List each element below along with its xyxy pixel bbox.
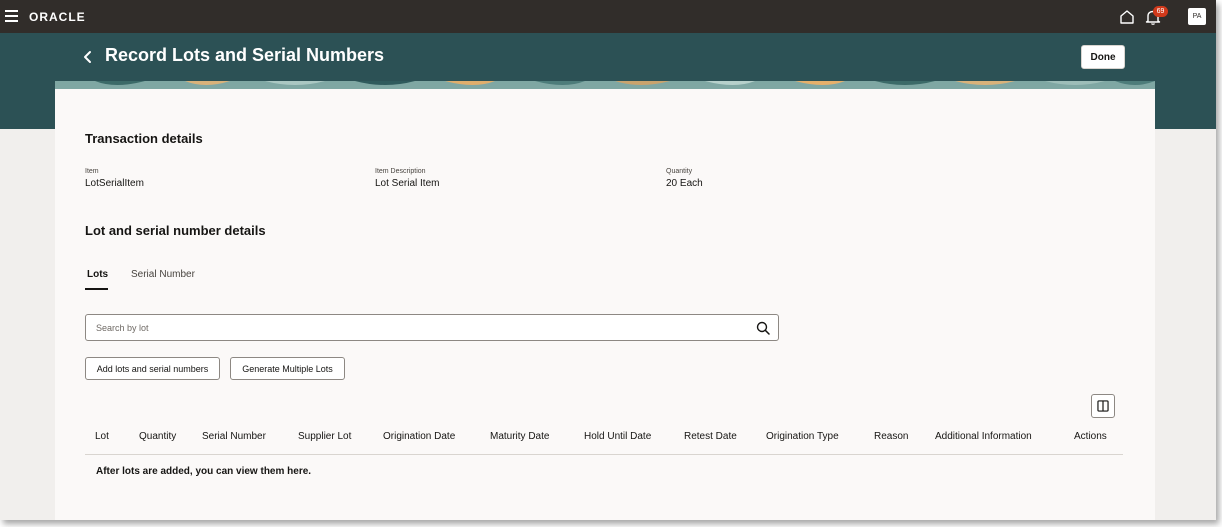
menu-icon[interactable] bbox=[5, 10, 18, 22]
column-header-quantity[interactable]: Quantity bbox=[139, 431, 176, 442]
notification-count-badge: 69 bbox=[1153, 6, 1168, 17]
column-header-origination-type[interactable]: Origination Type bbox=[766, 431, 839, 442]
decorative-banner-pattern bbox=[55, 81, 1155, 89]
add-lots-button[interactable]: Add lots and serial numbers bbox=[85, 357, 220, 380]
search-placeholder: Search by lot bbox=[96, 323, 149, 333]
item-value: LotSerialItem bbox=[85, 178, 144, 189]
column-header-hold-until-date[interactable]: Hold Until Date bbox=[584, 431, 651, 442]
item-label: Item bbox=[85, 168, 99, 175]
column-manager-icon[interactable] bbox=[1091, 394, 1115, 418]
content-card bbox=[55, 89, 1155, 520]
column-header-actions[interactable]: Actions bbox=[1074, 431, 1107, 442]
search-input[interactable]: Search by lot bbox=[85, 314, 779, 341]
column-header-supplier-lot[interactable]: Supplier Lot bbox=[298, 431, 351, 442]
quantity-value: 20 Each bbox=[666, 178, 703, 189]
column-header-serial-number[interactable]: Serial Number bbox=[202, 431, 266, 442]
back-chevron-icon[interactable] bbox=[80, 47, 96, 67]
column-header-maturity-date[interactable]: Maturity Date bbox=[490, 431, 549, 442]
item-description-label: Item Description bbox=[375, 168, 426, 175]
column-header-origination-date[interactable]: Origination Date bbox=[383, 431, 455, 442]
page-title: Record Lots and Serial Numbers bbox=[105, 45, 385, 65]
column-header-reason[interactable]: Reason bbox=[874, 431, 908, 442]
quantity-label: Quantity bbox=[666, 168, 693, 175]
search-icon[interactable] bbox=[756, 321, 770, 335]
app-window: ORACLE 69 PA Record Lots and Serial Numb… bbox=[0, 0, 1216, 520]
table-header-divider bbox=[85, 454, 1123, 455]
column-header-additional-information[interactable]: Additional Information bbox=[935, 431, 1032, 442]
done-button[interactable]: Done bbox=[1081, 45, 1125, 69]
column-header-lot[interactable]: Lot bbox=[95, 431, 109, 442]
transaction-details-title: Transaction details bbox=[85, 131, 203, 146]
home-icon[interactable] bbox=[1118, 8, 1136, 26]
user-avatar[interactable]: PA bbox=[1188, 8, 1206, 25]
tab-lots[interactable]: Lots bbox=[87, 269, 108, 280]
oracle-logo[interactable]: ORACLE bbox=[29, 10, 86, 24]
item-description-value: Lot Serial Item bbox=[375, 178, 440, 189]
tab-serial-number[interactable]: Serial Number bbox=[131, 269, 195, 280]
lot-serial-details-title: Lot and serial number details bbox=[85, 223, 266, 238]
active-tab-indicator bbox=[85, 288, 108, 290]
empty-table-message: After lots are added, you can view them … bbox=[96, 466, 312, 477]
column-header-retest-date[interactable]: Retest Date bbox=[684, 431, 737, 442]
generate-multiple-lots-button[interactable]: Generate Multiple Lots bbox=[230, 357, 345, 380]
global-header: ORACLE 69 PA bbox=[0, 0, 1216, 33]
